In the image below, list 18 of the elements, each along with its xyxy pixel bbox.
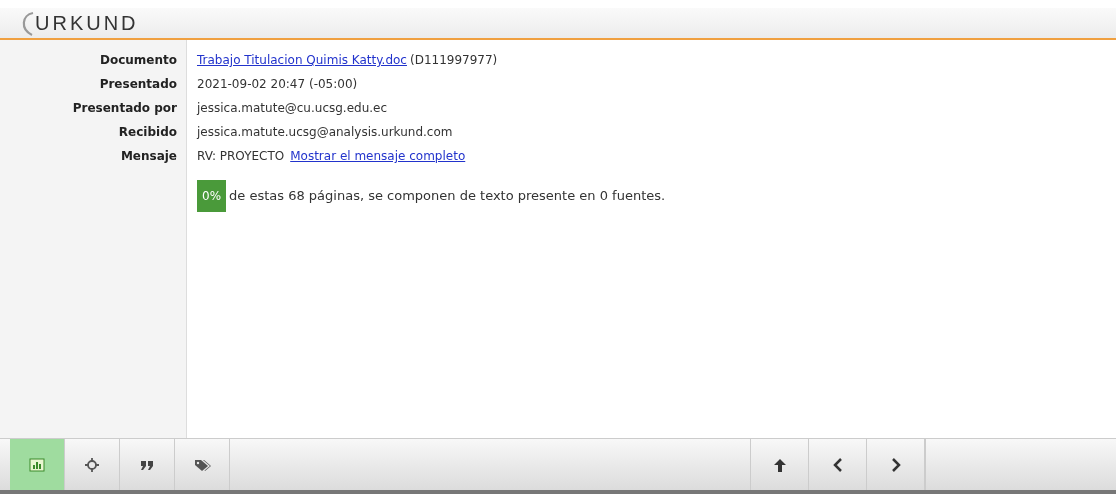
- field-label: Presentado por: [72, 100, 177, 117]
- field-value: jessica.matute.ucsg@analysis.urkund.com: [197, 124, 453, 141]
- logo-arc-icon: [20, 9, 34, 37]
- field-label: Presentado: [99, 76, 177, 93]
- field-label: Documento: [99, 52, 177, 69]
- field-value: 2021-09-02 20:47 (-05:00): [197, 76, 358, 93]
- link[interactable]: Mostrar el mensaje completo: [290, 147, 466, 165]
- field-value: RV: PROYECTO: [197, 148, 285, 165]
- summary-text: de estas 68 páginas, se componen de texto presente en 0 fuentes.: [229, 187, 666, 206]
- field-label: Recibido: [118, 124, 177, 141]
- logo: URKUND: [35, 11, 139, 36]
- field-value: (D111997977): [409, 52, 498, 69]
- percentage-badge: 0%: [197, 180, 227, 212]
- field-label: Mensaje: [120, 148, 177, 165]
- crosshair-icon: [83, 456, 101, 473]
- chart-icon: [28, 456, 46, 473]
- link[interactable]: Trabajo Titulacion Quimis Katty.doc: [197, 51, 407, 69]
- field-value: jessica.matute@cu.ucsg.edu.ec: [197, 100, 388, 117]
